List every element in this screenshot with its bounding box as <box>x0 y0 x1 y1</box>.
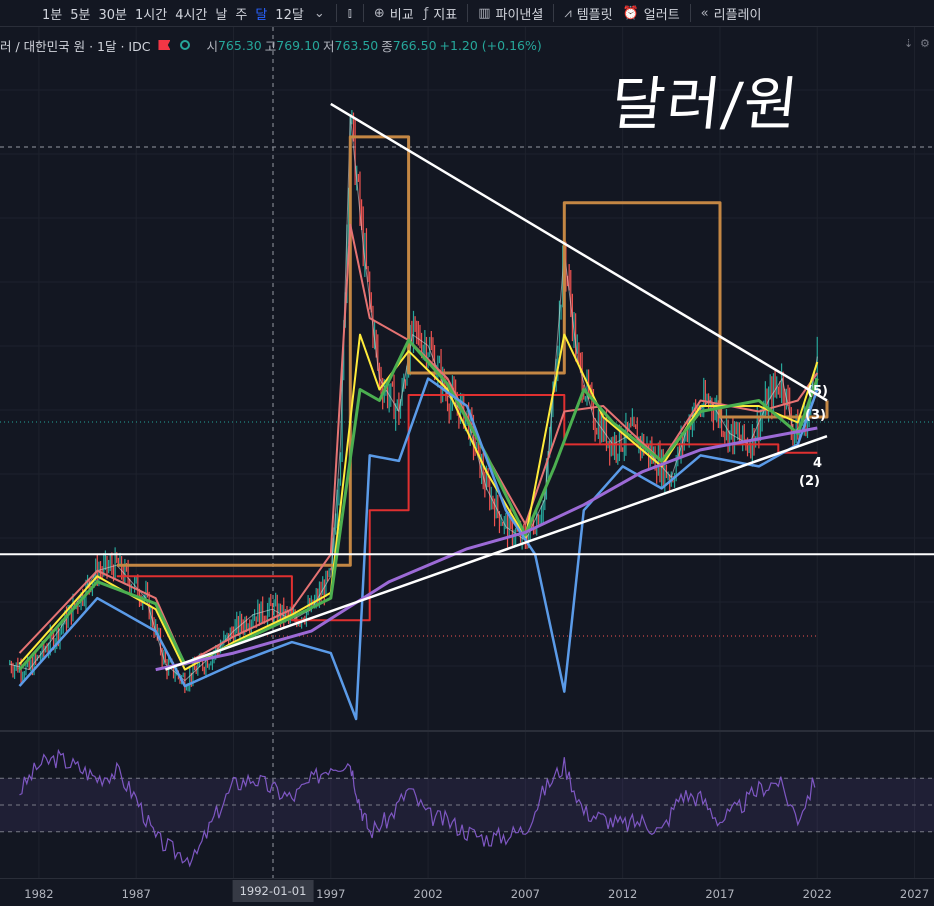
toolbar-divider <box>335 4 337 22</box>
wave-label-2: (2) <box>799 474 820 489</box>
timeframe-4hour[interactable]: 4시간 <box>171 4 211 23</box>
candlestick-icon[interactable]: ⫾ <box>348 6 352 21</box>
replay-button[interactable]: «리플레이 <box>696 4 767 23</box>
x-tick-label: 1987 <box>121 887 151 901</box>
close-key: 종 <box>381 38 393 54</box>
x-tick-label: 1997 <box>316 887 346 901</box>
rsi-pane <box>0 748 934 868</box>
wave-label-3: (3) <box>805 408 826 423</box>
x-tick-label: 2022 <box>802 887 832 901</box>
timeframe-week[interactable]: 주 <box>231 4 251 23</box>
low-key: 저 <box>323 38 335 54</box>
ma-blue-line <box>18 377 819 721</box>
price-bars <box>9 110 818 694</box>
x-tick-label: 2027 <box>899 887 930 901</box>
wave-label-5: (5) <box>807 384 828 399</box>
top-toolbar: 1분 5분 30분 1시간 4시간 날 주 달 12달 ⌄ ⫾ ⊕ 비교 ƒ 지표 … <box>0 0 934 27</box>
timeframe-1min[interactable]: 1분 <box>38 4 66 23</box>
alarm-clock-icon: ⏰ <box>622 5 639 21</box>
alerts-button[interactable]: ⏰ 얼러트 <box>618 4 685 23</box>
indicators-button[interactable]: ƒ 지표 <box>419 4 463 23</box>
crosshair-date-label: 1992-01-01 <box>232 880 314 902</box>
template-icon: ⩘ <box>564 5 572 21</box>
x-tick-label: 2002 <box>413 887 443 901</box>
settings-icon[interactable]: ⚙ <box>920 37 930 50</box>
templates-label: 템플릿 <box>576 7 613 23</box>
alerts-label: 얼러트 <box>643 7 680 23</box>
indicators-label: 지표 <box>433 7 458 23</box>
x-tick-label: 2017 <box>705 887 735 901</box>
wave-label-4: 4 <box>813 456 823 471</box>
moving-average-lines <box>9 114 829 721</box>
timeframe-day[interactable]: 날 <box>211 4 231 23</box>
flag-icon <box>158 40 171 50</box>
x-tick-label: 2007 <box>510 887 541 901</box>
high-key: 고 <box>264 38 277 54</box>
open-key: 시 <box>206 38 218 54</box>
scroll-down-arrow-icon[interactable]: ⇣ <box>904 37 913 50</box>
date-axis[interactable]: 1982 1987 1997 2002 2007 2012 2017 2022 2027 1992… <box>0 878 934 906</box>
ma-yellow-line <box>18 333 819 671</box>
toolbar-divider <box>553 4 555 22</box>
fx-icon: ƒ <box>423 5 429 21</box>
ma-orange-line <box>116 135 829 567</box>
high-value: 769.10 <box>276 37 320 53</box>
timeframe-5min[interactable]: 5분 <box>66 4 94 23</box>
compare-label: 비교 <box>389 7 414 23</box>
toolbar-divider <box>467 4 469 22</box>
timeframe-12month[interactable]: 12달 <box>271 4 308 23</box>
financials-button[interactable]: ▥ 파이낸셜 <box>473 4 548 23</box>
change-value: +1.20 (+0.16%) <box>439 37 542 53</box>
bar-chart-icon: ▥ <box>478 5 491 21</box>
trendlines <box>0 102 934 671</box>
financials-label: 파이낸셜 <box>495 7 544 23</box>
market-status-icon <box>180 40 191 50</box>
templates-button[interactable]: ⩘ 템플릿 <box>559 4 617 23</box>
timeframe-1hour[interactable]: 1시간 <box>131 4 171 23</box>
rewind-icon: « <box>700 5 709 21</box>
low-value: 763.50 <box>334 37 379 53</box>
symbol-legend: 러 / 대한민국 원 · 1달 · IDC 시 765.30 고 769.10 저7… <box>0 35 545 55</box>
ma-green-line <box>18 338 819 671</box>
symbol-title[interactable]: 러 / 대한민국 원 · 1달 · IDC <box>0 36 150 55</box>
toolbar-divider <box>689 4 691 22</box>
compare-button[interactable]: ⊕ 비교 <box>369 4 419 23</box>
open-value: 765.30 <box>217 37 262 53</box>
timeframe-30min[interactable]: 30분 <box>94 4 131 23</box>
replay-label: 리플레이 <box>713 7 762 23</box>
timeframe-month[interactable]: 달 <box>251 4 271 23</box>
plus-circle-icon: ⊕ <box>373 5 385 21</box>
x-tick-label: 1982 <box>24 887 54 901</box>
close-value: 766.50 <box>392 37 437 53</box>
chevron-down-icon[interactable]: ⌄ <box>314 6 325 21</box>
annotation-title: 달러/원 <box>607 70 803 138</box>
toolbar-divider <box>362 4 364 22</box>
x-tick-label: 2012 <box>608 887 638 901</box>
